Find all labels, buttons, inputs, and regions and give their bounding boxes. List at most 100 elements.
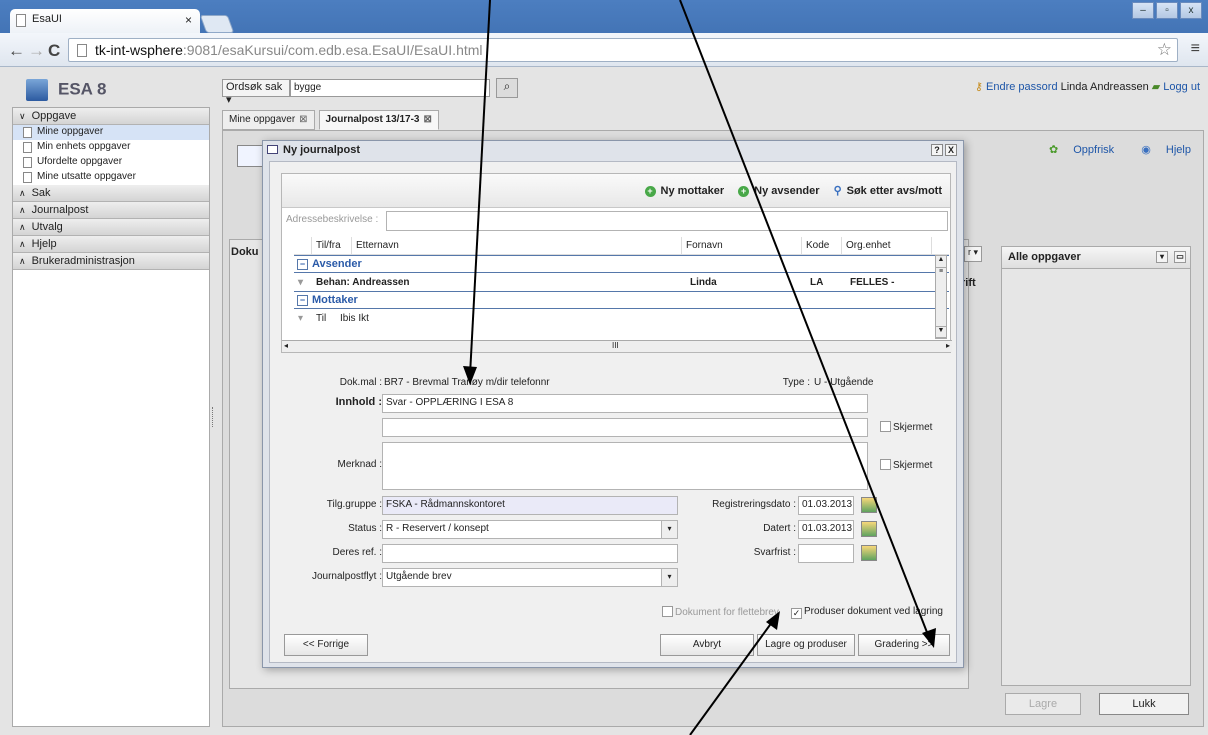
sidebar-section-utvalg[interactable]: ∧ Utvalg (13, 219, 209, 236)
table-row[interactable]: ▾ Til Ibis Ikt (294, 309, 949, 327)
col-org[interactable]: Org.enhet (842, 237, 932, 254)
main-tabs: Mine oppgaver ⊠ Journalpost 13/17-3 ⊠ (222, 110, 439, 130)
calendar-icon[interactable] (861, 497, 877, 513)
col-tilfra[interactable]: Til/fra (312, 237, 352, 254)
ny-avsender-button[interactable]: + Ny avsender (738, 185, 820, 197)
grid-horizontal-scrollbar[interactable]: ◂ III ▸ (282, 340, 952, 352)
skjermet-checkbox-1[interactable]: Skjermet (880, 421, 932, 433)
add-icon: + (644, 185, 656, 197)
search-input[interactable]: bygge (290, 79, 490, 97)
grid-vertical-scrollbar[interactable]: ▲ ≡ ▼ (935, 255, 947, 339)
type-value: U - Utgående (814, 377, 874, 388)
ny-mottaker-button[interactable]: + Ny mottaker (644, 185, 724, 197)
sidebar-section-journalpost[interactable]: ∧ Journalpost (13, 202, 209, 219)
svarfrist-input[interactable] (798, 544, 854, 563)
address-bar[interactable]: tk-int-wsphere:9081/esaKursui/com.edb.es… (68, 38, 1178, 62)
group-avsender[interactable]: − Avsender (294, 255, 949, 273)
close-icon[interactable]: X (945, 144, 957, 156)
svarfrist-label: Svarfrist : (753, 547, 796, 558)
alle-oppgaver-header: Alle oppgaver ▾ ▭ (1002, 247, 1190, 269)
produser-dokument-checkbox[interactable]: ✓ Produser dokument ved lagring (791, 606, 943, 619)
sidebar-item-mine-oppgaver[interactable]: Mine oppgaver (13, 125, 209, 140)
lukk-button[interactable]: Lukk (1099, 693, 1189, 715)
help-icon[interactable]: ? (931, 144, 943, 156)
add-icon: + (738, 185, 750, 197)
tilg-input[interactable]: FSKA - Rådmannskontoret (382, 496, 678, 515)
chevron-down-icon: ▾ (661, 569, 677, 586)
page-icon (16, 14, 26, 27)
sidebar-section-hjelp[interactable]: ∧ Hjelp (13, 236, 209, 253)
search-button[interactable]: ⌕ (496, 78, 518, 98)
sidebar-section-sak[interactable]: ∧ Sak (13, 185, 209, 202)
browser-tab[interactable]: EsaUI × (10, 9, 200, 33)
back-icon[interactable]: ← (8, 41, 25, 61)
forward-icon[interactable]: → (28, 41, 45, 61)
close-tab-icon[interactable]: ⊠ (423, 114, 431, 125)
sidebar-item-ufordelte-oppgaver[interactable]: Ufordelte oppgaver (13, 155, 209, 170)
adressebeskrivelse-input[interactable] (386, 211, 948, 231)
jpflyt-label: Journalpostflyt : (311, 571, 382, 582)
chevron-up-icon: ∧ (19, 239, 26, 249)
logout-link[interactable]: Logg ut (1163, 81, 1200, 93)
datert-input[interactable]: 01.03.2013 (798, 520, 854, 539)
col-fornavn[interactable]: Fornavn (682, 237, 802, 254)
sidebar-item-mine-utsatte-oppgaver[interactable]: Mine utsatte oppgaver (13, 170, 209, 185)
document-icon (23, 127, 32, 138)
calendar-icon[interactable] (861, 521, 877, 537)
jpflyt-select[interactable]: Utgående brev ▾ (382, 568, 678, 587)
sidebar-item-min-enhets-oppgaver[interactable]: Min enhets oppgaver (13, 140, 209, 155)
type-label: Type : (782, 377, 810, 388)
lagre-button[interactable]: Lagre (1005, 693, 1081, 715)
minimize-icon[interactable]: – (1132, 2, 1154, 19)
table-row[interactable]: ▾ Behan: Andreassen Linda LA FELLES - (294, 273, 949, 291)
lagre-og-produser-button[interactable]: Lagre og produser (757, 634, 855, 656)
view-dropdown[interactable]: r ▾ (964, 246, 982, 262)
skjermet-checkbox-2[interactable]: Skjermet (880, 459, 932, 471)
maximize-icon[interactable]: ▫ (1156, 2, 1178, 19)
avbryt-button[interactable]: Avbryt (660, 634, 754, 656)
close-tab-icon[interactable]: ⊠ (299, 114, 307, 125)
merknad-textarea[interactable] (382, 442, 868, 490)
calendar-icon[interactable] (861, 545, 877, 561)
innhold-label: Innhold : (335, 396, 382, 408)
sidebar: ∨ Oppgave Mine oppgaver Min enhets oppgav… (12, 107, 210, 727)
refresh-link[interactable]: ✿ Oppfrisk (1037, 144, 1114, 156)
new-tab-button[interactable] (199, 15, 235, 33)
help-link[interactable]: ◉ Hjelp (1129, 144, 1191, 156)
sidebar-splitter[interactable] (212, 407, 216, 427)
regdato-input[interactable]: 01.03.2013 (798, 496, 854, 515)
innhold-input[interactable]: Svar - OPPLÆRING I ESA 8 (382, 394, 868, 413)
menu-icon[interactable]: ≡ (1191, 40, 1200, 58)
dokument-flettebrev-checkbox[interactable]: Dokument for flettebrev (662, 606, 779, 618)
gradering-button[interactable]: Gradering >> (858, 634, 950, 656)
document-icon (23, 142, 32, 153)
maximize-icon[interactable]: ▭ (1174, 251, 1186, 263)
close-tab-icon[interactable]: × (185, 13, 192, 27)
tab-mine-oppgaver[interactable]: Mine oppgaver ⊠ (222, 110, 315, 130)
deres-ref-input[interactable] (382, 544, 678, 563)
address-row: Adressebeskrivelse : (282, 208, 950, 234)
col-etternavn[interactable]: Etternavn (352, 237, 682, 254)
dialog-body: + Ny mottaker + Ny avsender ⚲ Søk etter avs… (269, 161, 957, 663)
group-mottaker[interactable]: − Mottaker (294, 291, 949, 309)
bookmark-star-icon[interactable]: ☆ (1157, 40, 1172, 60)
forrige-button[interactable]: << Forrige (284, 634, 368, 656)
status-select[interactable]: R - Reservert / konsept ▾ (382, 520, 678, 539)
chevron-down-icon: ▾ (661, 521, 677, 538)
sidebar-section-brukeradministrasjon[interactable]: ∧ Brukeradministrasjon (13, 253, 209, 270)
collapse-icon[interactable]: − (297, 295, 308, 306)
merknad-label: Merknad : (337, 459, 382, 470)
window-close-icon[interactable]: x (1180, 2, 1202, 19)
tab-journalpost[interactable]: Journalpost 13/17-3 ⊠ (318, 110, 439, 130)
window-controls: – ▫ x (1132, 2, 1202, 19)
sidebar-section-oppgave[interactable]: ∨ Oppgave (13, 108, 209, 125)
collapse-icon[interactable]: − (297, 259, 308, 270)
sok-avs-mott-button[interactable]: ⚲ Søk etter avs/mott (834, 184, 942, 197)
search-icon: ⌕ (503, 79, 511, 93)
search-scope-select[interactable]: Ordsøk sak ▾ (222, 79, 290, 106)
change-password-link[interactable]: Endre passord (986, 81, 1058, 93)
reload-icon[interactable]: C (48, 41, 60, 61)
innhold-input-2[interactable] (382, 418, 868, 437)
dropdown-icon[interactable]: ▾ (1156, 251, 1168, 263)
col-kode[interactable]: Kode (802, 237, 842, 254)
